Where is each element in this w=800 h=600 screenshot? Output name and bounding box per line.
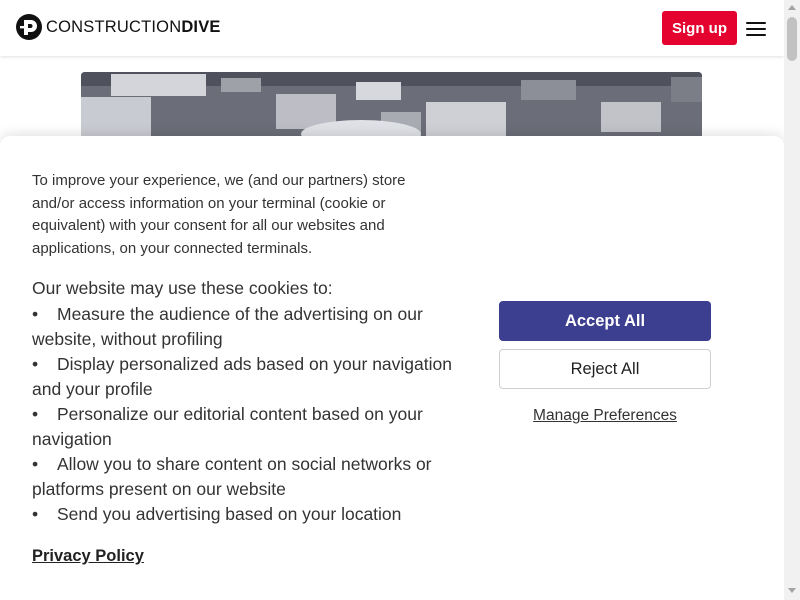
bullet-icon: • bbox=[32, 354, 39, 374]
bullet-icon: • bbox=[32, 504, 39, 524]
bullet-icon: • bbox=[32, 404, 39, 424]
hero-image bbox=[81, 72, 702, 142]
scroll-thumb[interactable] bbox=[787, 17, 797, 61]
list-item-text: Personalize our editorial content based … bbox=[32, 404, 423, 449]
site-logo[interactable]: CONSTRUCTIONDIVE bbox=[16, 14, 221, 40]
list-item: • Measure the audience of the advertising… bbox=[32, 302, 472, 352]
list-item-text: Measure the audience of the advertising … bbox=[32, 304, 423, 349]
bullet-icon: • bbox=[32, 454, 39, 474]
privacy-policy-link[interactable]: Privacy Policy bbox=[32, 547, 144, 566]
reject-all-button[interactable]: Reject All bbox=[499, 349, 711, 389]
scroll-up-arrow-icon[interactable] bbox=[788, 5, 796, 10]
cookie-consent-panel: To improve your experience, we (and our … bbox=[0, 136, 784, 600]
list-item-text: Display personalized ads based on your n… bbox=[32, 354, 452, 399]
list-item-text: Allow you to share content on social net… bbox=[32, 454, 432, 499]
page-scrollbar[interactable] bbox=[784, 0, 800, 600]
consent-intro-text: To improve your experience, we (and our … bbox=[32, 172, 406, 257]
consent-uses-heading: Our website may use these cookies to: bbox=[32, 278, 333, 298]
consent-uses-list: • Measure the audience of the advertising… bbox=[32, 302, 472, 527]
site-header: CONSTRUCTIONDIVE Sign up bbox=[0, 0, 784, 56]
list-item: • Send you advertising based on your loca… bbox=[32, 502, 472, 527]
hamburger-menu-icon[interactable] bbox=[746, 18, 768, 38]
construction-dive-logo-icon bbox=[16, 14, 42, 40]
logo-text-bold: DIVE bbox=[181, 17, 221, 36]
bullet-icon: • bbox=[32, 304, 39, 324]
list-item-text: Send you advertising based on your locat… bbox=[57, 504, 402, 524]
accept-all-button[interactable]: Accept All bbox=[499, 301, 711, 341]
manage-preferences-link[interactable]: Manage Preferences bbox=[499, 407, 711, 425]
signup-button[interactable]: Sign up bbox=[662, 11, 737, 45]
list-item: • Display personalized ads based on your … bbox=[32, 352, 472, 402]
list-item: • Personalize our editorial content based… bbox=[32, 402, 472, 452]
scroll-down-arrow-icon[interactable] bbox=[788, 588, 796, 593]
site-logo-text: CONSTRUCTIONDIVE bbox=[46, 18, 221, 37]
logo-text-light: CONSTRUCTION bbox=[46, 17, 182, 36]
list-item: • Allow you to share content on social ne… bbox=[32, 452, 472, 502]
